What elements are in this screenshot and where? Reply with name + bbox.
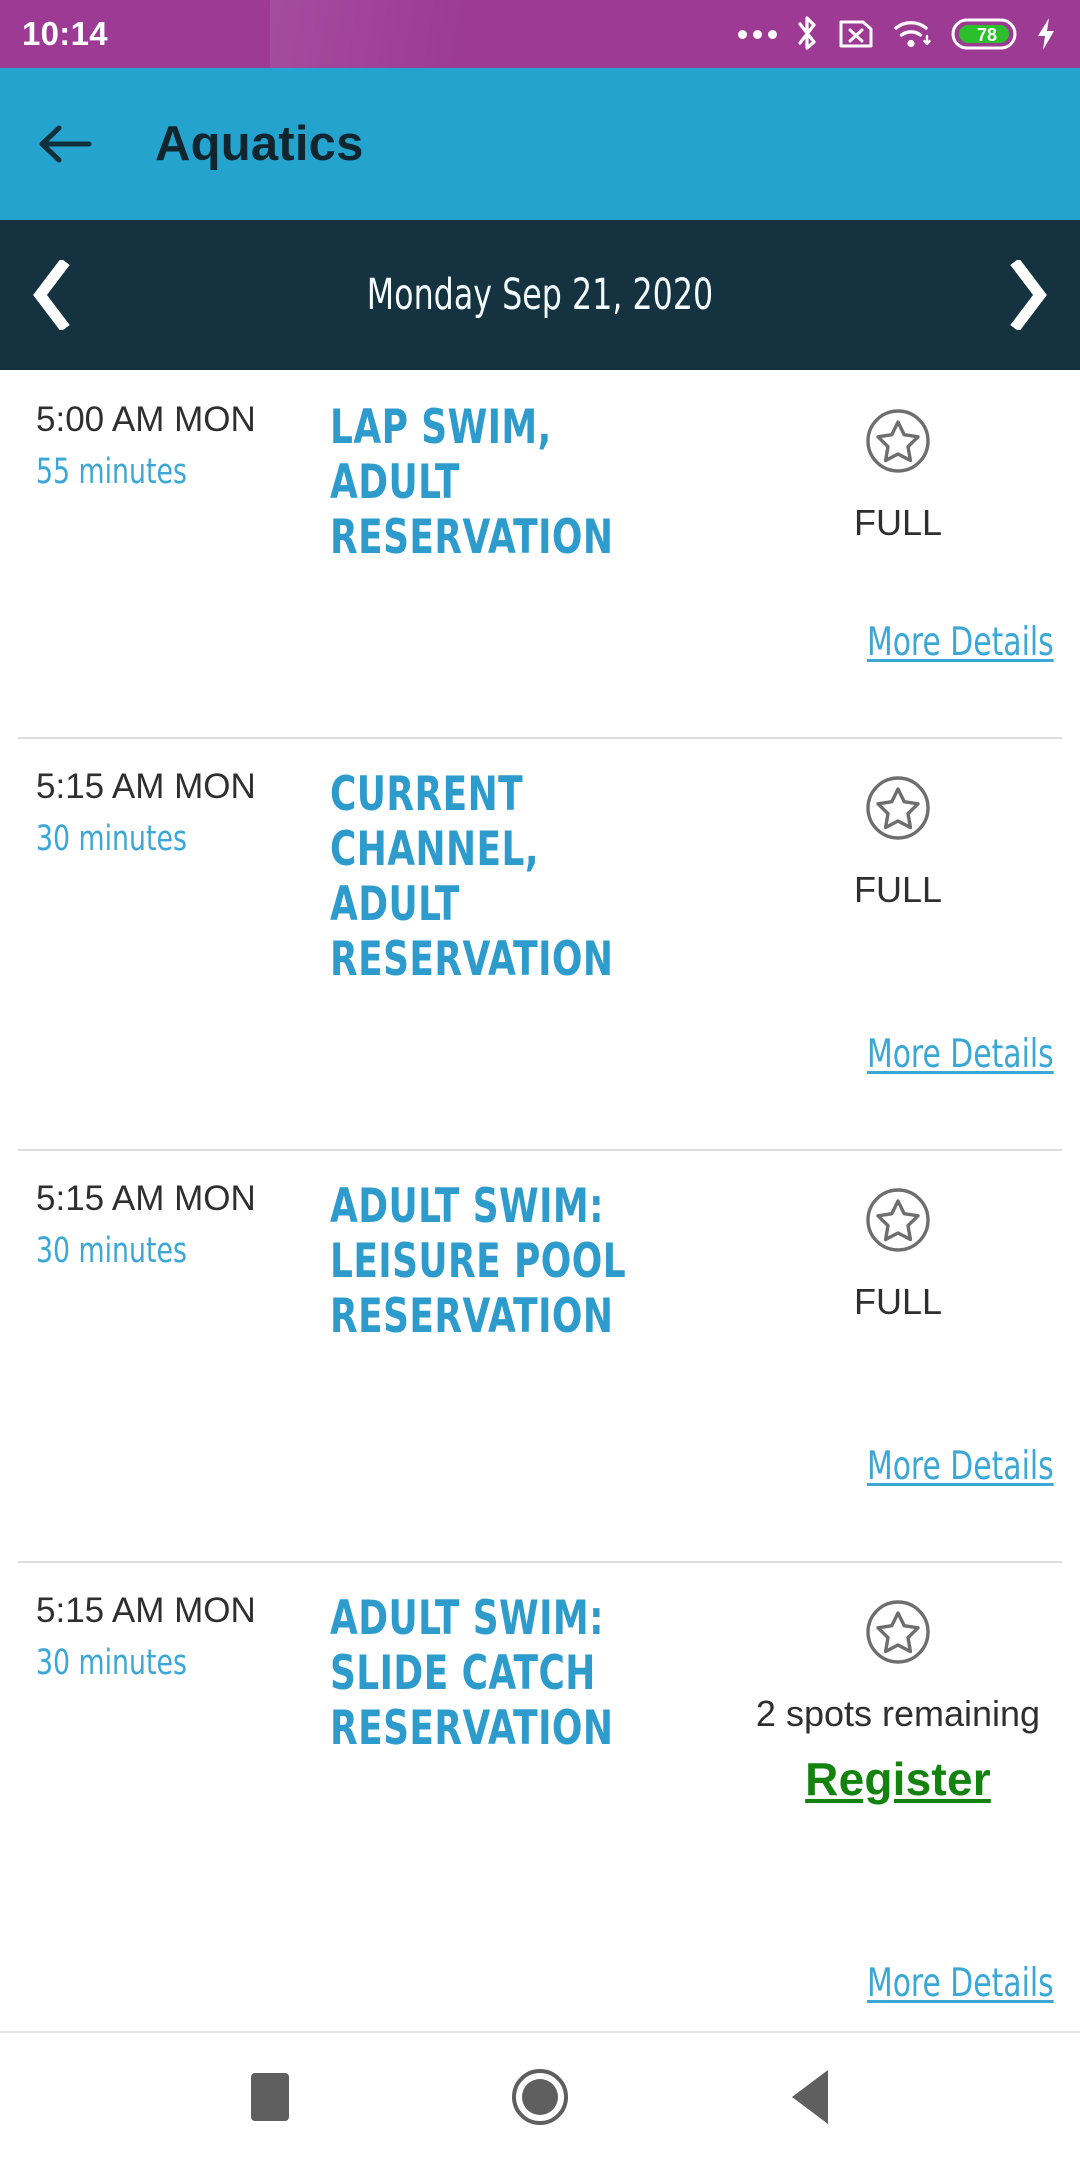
next-day-button[interactable]	[998, 260, 1058, 330]
selected-date-label: Monday Sep 21, 2020	[366, 270, 714, 320]
chevron-right-icon	[1010, 260, 1047, 330]
event-status-column: FULL	[740, 1179, 1080, 1344]
favorite-button[interactable]	[861, 1183, 935, 1262]
event-title-column[interactable]: ADULT SWIM: SLIDE CATCH RESERVATION	[320, 1591, 740, 1806]
event-availability: FULL	[853, 1281, 943, 1322]
event-duration: 30 minutes	[36, 1643, 187, 1684]
status-bar: 10:14 78	[0, 0, 1080, 68]
chevron-left-icon	[33, 260, 70, 330]
charging-bolt-icon	[1038, 18, 1054, 50]
circle-home-icon	[512, 2068, 568, 2125]
app-bar: Aquatics	[0, 68, 1080, 220]
event-title-column[interactable]: ADULT SWIM: LEISURE POOL RESERVATION	[320, 1179, 740, 1344]
event-time-column: 5:15 AM MON 30 minutes	[0, 1179, 320, 1344]
star-circle-icon	[866, 776, 930, 840]
bluetooth-icon	[798, 16, 816, 50]
favorite-button[interactable]	[861, 1595, 935, 1674]
event-time: 5:15 AM MON	[36, 1179, 256, 1218]
more-details-link[interactable]: More Details	[867, 1444, 1054, 1489]
star-circle-icon	[866, 1188, 930, 1252]
event-status-column: 2 spots remaining Register	[740, 1591, 1080, 1806]
previous-day-button[interactable]	[22, 260, 82, 330]
triangle-back-icon	[792, 2069, 828, 2124]
event-duration: 55 minutes	[36, 452, 187, 493]
more-details-link[interactable]: More Details	[867, 620, 1054, 665]
event-time-column: 5:15 AM MON 30 minutes	[0, 1591, 320, 1806]
event-availability: 2 spots remaining	[755, 1693, 1041, 1734]
date-navigation-bar: Monday Sep 21, 2020	[0, 220, 1080, 370]
event-duration: 30 minutes	[36, 1231, 187, 1272]
event-title[interactable]: CURRENT CHANNEL, ADULT RESERVATION	[330, 767, 679, 987]
star-circle-icon	[866, 1600, 930, 1664]
event-row[interactable]: 5:15 AM MON 30 minutes ADULT SWIM: SLIDE…	[0, 1561, 1080, 2031]
square-recents-icon	[251, 2072, 289, 2121]
home-button[interactable]	[458, 2067, 622, 2127]
status-clock: 10:14	[22, 15, 108, 52]
event-row[interactable]: 5:00 AM MON 55 minutes LAP SWIM, ADULT R…	[0, 370, 1080, 737]
event-title[interactable]: ADULT SWIM: SLIDE CATCH RESERVATION	[330, 1591, 679, 1756]
event-title-column[interactable]: CURRENT CHANNEL, ADULT RESERVATION	[320, 767, 740, 987]
event-row[interactable]: 5:15 AM MON 30 minutes ADULT SWIM: LEISU…	[0, 1149, 1080, 1561]
wifi-icon	[894, 21, 931, 48]
event-availability: FULL	[853, 502, 943, 543]
favorite-button[interactable]	[861, 771, 935, 850]
phone-screen: 10:14 78 Aquatics Monday Sep 21, 2020 5:…	[0, 0, 1080, 2160]
back-button[interactable]	[10, 121, 120, 167]
event-availability: FULL	[853, 869, 943, 910]
event-time-column: 5:00 AM MON 55 minutes	[0, 400, 320, 565]
event-title-column[interactable]: LAP SWIM, ADULT RESERVATION	[320, 400, 740, 565]
battery-level-text: 78	[977, 25, 997, 45]
event-row[interactable]: 5:15 AM MON 30 minutes CURRENT CHANNEL, …	[0, 737, 1080, 1149]
event-title[interactable]: LAP SWIM, ADULT RESERVATION	[330, 400, 679, 565]
sim-card-off-icon	[839, 20, 873, 48]
more-dots-icon	[738, 29, 777, 39]
star-circle-icon	[866, 409, 930, 473]
back-arrow-icon	[39, 125, 92, 163]
event-duration: 30 minutes	[36, 819, 187, 860]
favorite-button[interactable]	[861, 404, 935, 483]
recents-button[interactable]	[188, 2072, 352, 2121]
more-details-link[interactable]: More Details	[867, 1032, 1054, 1077]
status-icons: 78	[738, 14, 1058, 54]
battery-icon: 78	[951, 18, 1017, 50]
register-button[interactable]: Register	[805, 1752, 991, 1806]
back-button-nav[interactable]	[728, 2069, 892, 2124]
event-time-column: 5:15 AM MON 30 minutes	[0, 767, 320, 987]
event-time: 5:15 AM MON	[36, 1591, 256, 1630]
android-navigation-bar	[0, 2031, 1080, 2160]
event-time: 5:15 AM MON	[36, 767, 256, 806]
event-status-column: FULL	[740, 767, 1080, 987]
event-time: 5:00 AM MON	[36, 400, 256, 439]
event-list[interactable]: 5:00 AM MON 55 minutes LAP SWIM, ADULT R…	[0, 370, 1080, 2031]
more-details-link[interactable]: More Details	[867, 1961, 1054, 2006]
event-title[interactable]: ADULT SWIM: LEISURE POOL RESERVATION	[330, 1179, 679, 1344]
page-title: Aquatics	[155, 117, 364, 171]
event-status-column: FULL	[740, 400, 1080, 565]
